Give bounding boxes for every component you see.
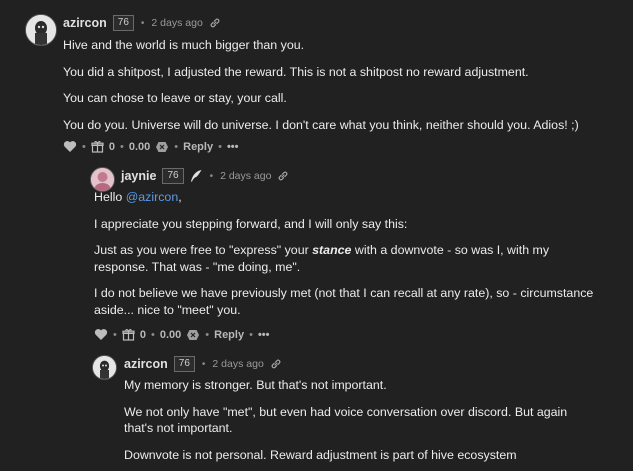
timestamp[interactable]: 2 days ago <box>220 170 271 182</box>
payout-value[interactable]: 0.00 <box>160 329 181 341</box>
link-icon[interactable] <box>209 17 221 29</box>
comment-thread: azircon 76 • 2 days ago Hive and the wor… <box>0 0 633 471</box>
greeting-paragraph: Hello @azircon, <box>94 189 594 206</box>
separator: • <box>82 140 86 153</box>
comment-actions: • 0 • 0.00 • Reply • ••• <box>94 328 270 341</box>
greeting-text: Hello <box>94 190 126 204</box>
separator: • <box>205 328 210 341</box>
heart-icon[interactable] <box>94 328 108 341</box>
comment-header: azircon 76 • 2 days ago <box>124 356 282 372</box>
separator: • <box>249 328 253 341</box>
timestamp[interactable]: 2 days ago <box>151 17 202 29</box>
comment-paragraph: I do not believe we have previously met … <box>94 286 594 317</box>
avatar[interactable] <box>25 14 57 46</box>
comment-header: azircon 76 • 2 days ago <box>63 15 221 31</box>
separator: • <box>209 170 214 182</box>
gift-icon[interactable] <box>91 140 104 153</box>
reputation-badge: 76 <box>173 356 195 372</box>
timestamp[interactable]: 2 days ago <box>212 358 263 370</box>
comment-paragraph: You do you. Universe will do universe. I… <box>63 117 579 132</box>
link-icon[interactable] <box>277 170 289 182</box>
greeting-suffix: , <box>178 190 182 204</box>
separator: • <box>201 358 206 370</box>
comment-body: My memory is stronger. But that's not im… <box>124 377 594 463</box>
comment-paragraph: Just as you were free to "express" your … <box>94 242 594 275</box>
comment-body: Hello @azircon, I appreciate you steppin… <box>94 189 594 318</box>
separator: • <box>218 140 222 153</box>
heart-icon[interactable] <box>63 140 77 153</box>
author-name[interactable]: azircon <box>63 16 107 30</box>
avatar[interactable] <box>92 355 117 380</box>
comment-paragraph: We not only have "met", but even had voi… <box>124 404 568 436</box>
separator: • <box>174 140 179 153</box>
emphasis-text: stance <box>312 243 352 257</box>
comment-paragraph: My memory is stronger. But that's not im… <box>124 378 387 392</box>
comment-header: jaynie 76 • 2 days ago <box>121 168 289 184</box>
quill-icon <box>189 169 203 183</box>
comment-paragraph: Downvote is not personal. Reward adjustm… <box>124 447 517 462</box>
reply-link[interactable]: Reply <box>214 329 244 341</box>
reply-link[interactable]: Reply <box>183 141 213 153</box>
user-mention-link[interactable]: @azircon <box>126 190 179 204</box>
separator: • <box>150 328 155 341</box>
gift-count: 0 <box>139 328 146 341</box>
gift-icon[interactable] <box>122 328 135 341</box>
reputation-badge: 76 <box>162 168 184 184</box>
separator: • <box>140 17 145 29</box>
more-menu-button[interactable]: ••• <box>227 141 239 153</box>
hive-icon <box>186 329 200 341</box>
author-name[interactable]: jaynie <box>121 169 156 183</box>
comment-paragraph: You can chose to leave or stay, your cal… <box>63 91 287 105</box>
comment-paragraph: I appreciate you stepping forward, and I… <box>94 216 408 231</box>
comment-body: Hive and the world is much bigger than y… <box>63 37 623 133</box>
paragraph-text: Just as you were free to "express" your <box>94 243 313 257</box>
separator: • <box>119 140 124 153</box>
comment-paragraph: Hive and the world is much bigger than y… <box>63 38 305 52</box>
separator: • <box>113 328 117 341</box>
reputation-badge: 76 <box>112 15 134 31</box>
payout-value[interactable]: 0.00 <box>129 141 150 153</box>
comment-paragraph: You did a shitpost, I adjusted the rewar… <box>63 64 529 79</box>
link-icon[interactable] <box>270 358 282 370</box>
author-name[interactable]: azircon <box>124 357 168 371</box>
gift-count: 0 <box>108 140 115 153</box>
more-menu-button[interactable]: ••• <box>258 329 270 341</box>
hive-icon <box>155 141 169 153</box>
comment-actions: • 0 • 0.00 • Reply • ••• <box>63 140 239 153</box>
